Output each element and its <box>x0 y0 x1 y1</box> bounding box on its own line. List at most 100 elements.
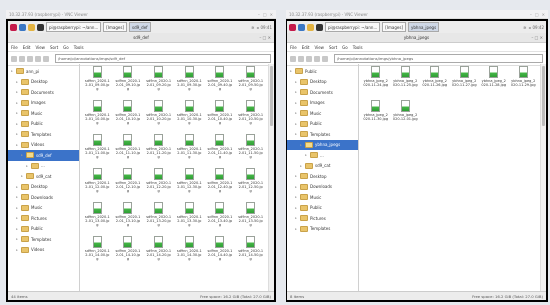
tree-item[interactable]: ▸ Templates <box>287 129 358 140</box>
expand-arrow-icon[interactable]: ▸ <box>15 237 19 241</box>
tree-item[interactable]: ▸ Music <box>287 192 358 203</box>
file-item[interactable]: ybhna_jpeg_2020-11-29.jpg <box>510 66 538 97</box>
file-item[interactable]: sd9nn_2020-12-01_14-30.jpg <box>175 236 204 267</box>
tree-item[interactable]: ▸ Music <box>287 108 358 119</box>
expand-arrow-icon[interactable]: ▸ <box>294 90 298 94</box>
maximize-icon[interactable]: □ <box>263 12 267 17</box>
file-item[interactable]: sd9nn_2020-12-01_12-50.jpg <box>236 168 265 199</box>
file-item[interactable]: sd9nn_2020-12-01_12-30.jpg <box>175 168 204 199</box>
tree-item[interactable]: ▸ Music <box>8 108 79 119</box>
menu-tools[interactable]: Tools <box>74 45 84 50</box>
menu-file[interactable]: File <box>11 45 18 50</box>
menu-go[interactable]: Go <box>63 45 69 50</box>
expand-arrow-icon[interactable]: ▸ <box>294 174 298 178</box>
forward-button[interactable] <box>27 55 33 62</box>
file-item[interactable]: sd9nn_2020-12-01_10-00.jpg <box>83 100 112 131</box>
tree-item[interactable]: ▸ Images <box>287 98 358 109</box>
expand-arrow-icon[interactable]: ▸ <box>294 195 298 199</box>
tree-item[interactable]: ▸ Documents <box>287 87 358 98</box>
expand-arrow-icon[interactable]: ▸ <box>299 143 303 147</box>
expand-arrow-icon[interactable]: ▸ <box>294 101 298 105</box>
tree-item[interactable]: ▸ Pictures <box>8 213 79 224</box>
browser-icon[interactable] <box>298 23 305 31</box>
window-controls[interactable]: – □ ✕ <box>531 33 543 42</box>
browser-icon[interactable] <box>19 23 26 31</box>
volume-icon[interactable]: ◂ <box>528 25 530 30</box>
expand-arrow-icon[interactable]: ▸ <box>304 153 308 157</box>
file-item[interactable]: sd9nn_2020-12-01_13-30.jpg <box>175 202 204 233</box>
tree-item[interactable]: ▸ Desktop <box>8 77 79 88</box>
expand-arrow-icon[interactable]: ▸ <box>294 122 298 126</box>
menu-go[interactable]: Go <box>342 45 348 50</box>
file-item[interactable]: sd9nn_2020-12-01_10-30.jpg <box>175 100 204 131</box>
expand-arrow-icon[interactable]: ▸ <box>15 227 19 231</box>
scrollbar-thumb[interactable] <box>542 66 545 126</box>
file-item[interactable]: sd9nn_2020-12-01_12-40.jpg <box>206 168 235 199</box>
tree-item[interactable]: ▸ Music <box>8 203 79 214</box>
menu-edit[interactable]: Edit <box>23 45 31 50</box>
file-item[interactable]: sd9nn_2020-12-01_12-00.jpg <box>83 168 112 199</box>
maximize-icon[interactable]: □ <box>535 12 539 17</box>
tree-item[interactable]: ▸ Desktop <box>8 182 79 193</box>
expand-arrow-icon[interactable]: ▸ <box>15 132 19 136</box>
expand-arrow-icon[interactable]: ▸ <box>15 248 19 252</box>
menu-sort[interactable]: Sort <box>50 45 58 50</box>
scrollbar[interactable] <box>540 64 546 292</box>
tree-item[interactable]: ▸ Public <box>287 203 358 214</box>
volume-icon[interactable]: ◂ <box>256 25 258 30</box>
tree-item[interactable]: ▸ sd9_cat <box>8 171 79 182</box>
forward-button[interactable] <box>306 55 312 62</box>
file-item[interactable]: sd9nn_2020-12-01_12-10.jpg <box>114 168 143 199</box>
menu-view[interactable]: View <box>35 45 45 50</box>
expand-arrow-icon[interactable]: ▸ <box>15 216 19 220</box>
minimize-icon[interactable]: – <box>530 12 532 17</box>
expand-arrow-icon[interactable]: ▸ <box>294 216 298 220</box>
task-button-active[interactable]: sd9_def <box>129 22 151 32</box>
new-tab-button[interactable] <box>290 55 296 62</box>
menu-edit[interactable]: Edit <box>302 45 310 50</box>
tree-item[interactable]: ▸ Pictures <box>287 213 358 224</box>
expand-arrow-icon[interactable]: ▸ <box>15 111 19 115</box>
tree-item[interactable]: ▸ Downloads <box>287 182 358 193</box>
terminal-icon[interactable] <box>316 23 323 31</box>
file-item[interactable]: sd9nn_2020-12-01_09-10.jpg <box>114 66 143 97</box>
file-item[interactable]: sd9nn_2020-12-01_13-10.jpg <box>114 202 143 233</box>
task-button[interactable]: [Images] <box>382 22 406 32</box>
close-icon[interactable]: ✕ <box>542 12 545 17</box>
file-item[interactable]: sd9nn_2020-12-01_11-10.jpg <box>114 134 143 165</box>
file-item[interactable]: sd9nn_2020-12-01_13-20.jpg <box>144 202 173 233</box>
tree-item[interactable]: ▸ Public <box>287 66 358 77</box>
expand-arrow-icon[interactable]: ▸ <box>15 80 19 84</box>
expand-arrow-icon[interactable]: ▸ <box>15 143 19 147</box>
tree-item[interactable]: ▸ Public <box>287 119 358 130</box>
tree-item[interactable]: ▸ ann_pi <box>8 66 79 77</box>
tree-item[interactable]: ▸ Videos <box>8 245 79 256</box>
file-item[interactable]: ybhna_jpeg_2020-11-30.jpg <box>362 100 390 131</box>
expand-arrow-icon[interactable]: ▸ <box>299 164 303 168</box>
tree-item[interactable]: ▸... <box>287 150 358 161</box>
file-item[interactable]: sd9nn_2020-12-01_14-20.jpg <box>144 236 173 267</box>
raspberry-menu-icon[interactable] <box>10 23 17 31</box>
home-button[interactable] <box>322 55 328 62</box>
expand-arrow-icon[interactable]: ▸ <box>294 185 298 189</box>
file-item[interactable]: sd9nn_2020-12-01_11-30.jpg <box>175 134 204 165</box>
up-button[interactable] <box>35 55 41 62</box>
tree-item[interactable]: ▸ Desktop <box>287 171 358 182</box>
scrollbar[interactable] <box>268 64 274 292</box>
file-item[interactable]: ybhna_jpeg_2020-11-27.jpg <box>451 66 479 97</box>
file-item[interactable]: sd9nn_2020-12-01_13-40.jpg <box>206 202 235 233</box>
file-item[interactable]: sd9nn_2020-12-01_09-20.jpg <box>144 66 173 97</box>
expand-arrow-icon[interactable]: ▸ <box>15 195 19 199</box>
expand-arrow-icon[interactable]: ▸ <box>15 206 19 210</box>
tree-item[interactable]: ▸ Templates <box>8 129 79 140</box>
file-item[interactable]: ybhna_jpeg_2020-11-24.jpg <box>362 66 390 97</box>
expand-arrow-icon[interactable]: ▸ <box>20 153 24 157</box>
file-item[interactable]: sd9nn_2020-12-01_11-40.jpg <box>206 134 235 165</box>
file-item[interactable]: sd9nn_2020-12-01_11-20.jpg <box>144 134 173 165</box>
expand-arrow-icon[interactable]: ▸ <box>15 90 19 94</box>
raspberry-menu-icon[interactable] <box>289 23 296 31</box>
scrollbar-thumb[interactable] <box>270 66 273 126</box>
tree-item[interactable]: ▸ Public <box>8 119 79 130</box>
file-item[interactable]: sd9nn_2020-12-01_14-50.jpg <box>236 236 265 267</box>
expand-arrow-icon[interactable]: ▸ <box>294 80 298 84</box>
